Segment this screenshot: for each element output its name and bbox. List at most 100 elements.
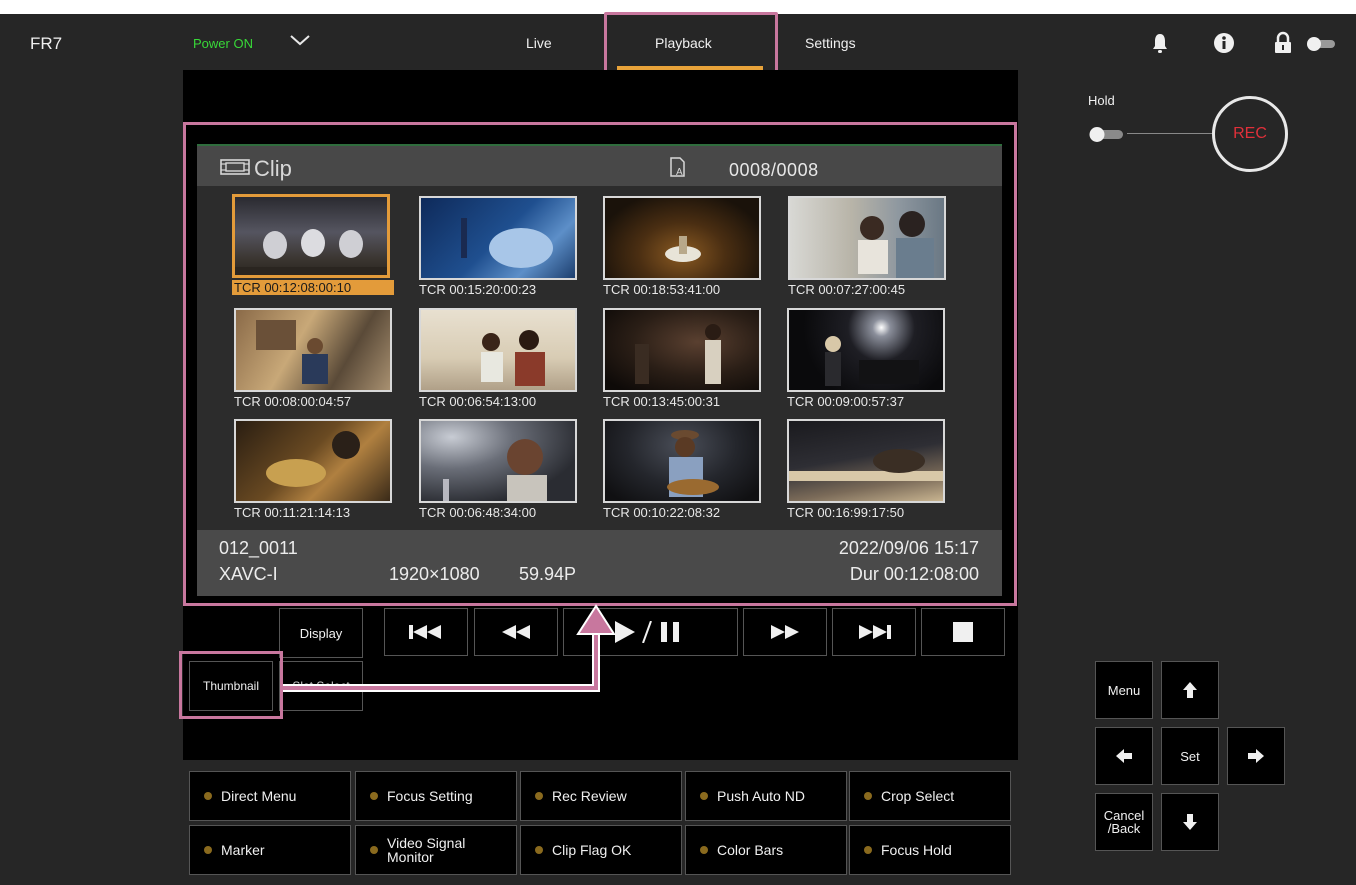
menu-button[interactable]: Menu: [1095, 661, 1153, 719]
assign-video-signal-monitor[interactable]: Video Signal Monitor: [355, 825, 517, 875]
thumbnail-image: [234, 308, 392, 392]
thumbnail-image: [603, 419, 761, 503]
assign-focus-hold[interactable]: Focus Hold: [849, 825, 1011, 875]
thumbnail-image: [232, 194, 390, 278]
assign-label-line-2: Monitor: [387, 849, 434, 865]
assign-label: Direct Menu: [221, 788, 297, 804]
hold-label: Hold: [1088, 93, 1115, 108]
thumbnail-image: [419, 196, 577, 280]
app-title: FR7: [30, 34, 63, 53]
monitor-header: Clip A 0008/0008: [197, 146, 1002, 186]
thumbnail-timecode: TCR 00:16:99:17:50: [787, 505, 905, 520]
thumbnail-item[interactable]: TCR 00:06:48:34:00: [419, 419, 579, 520]
thumbnail-timecode: TCR 00:06:48:34:00: [419, 505, 537, 520]
power-status[interactable]: Power ON: [193, 36, 253, 51]
thumbnail-image: [603, 308, 761, 392]
hold-toggle[interactable]: [1087, 124, 1127, 144]
assign-rec-review[interactable]: Rec Review: [520, 771, 682, 821]
assign-indicator: [370, 846, 378, 854]
up-button[interactable]: [1161, 661, 1219, 719]
clip-count: 0008/0008: [729, 160, 819, 180]
thumbnail-monitor: Clip A 0008/0008 TCR 00:12:08:00:10 TCR …: [197, 144, 1002, 596]
thumbnail-timecode: TCR 00:18:53:41:00: [603, 282, 721, 297]
assign-indicator: [864, 792, 872, 800]
arrow-down-icon: [1183, 814, 1197, 830]
assign-indicator: [700, 846, 708, 854]
assign-label: Video Signal Monitor: [387, 836, 465, 864]
clip-codec: XAVC-I: [219, 564, 278, 584]
skip-next-button[interactable]: [832, 608, 916, 656]
thumbnail-timecode: TCR 00:12:08:00:10: [232, 280, 394, 295]
assign-push-auto-nd[interactable]: Push Auto ND: [685, 771, 847, 821]
arrow-right-icon: [1248, 749, 1264, 763]
down-button[interactable]: [1161, 793, 1219, 851]
stop-icon: [953, 622, 973, 642]
thumbnail-item[interactable]: TCR 00:12:08:00:10: [232, 194, 394, 295]
assign-focus-setting[interactable]: Focus Setting: [355, 771, 517, 821]
thumbnail-button-highlight: [179, 651, 283, 719]
assign-color-bars[interactable]: Color Bars: [685, 825, 847, 875]
thumbnail-item[interactable]: TCR 00:07:27:00:45: [788, 196, 948, 297]
fast-forward-icon: [771, 625, 799, 639]
thumbnail-item[interactable]: TCR 00:15:20:00:23: [419, 196, 579, 297]
clip-duration: Dur 00:12:08:00: [849, 564, 979, 584]
assign-label: Focus Hold: [881, 842, 952, 858]
assign-marker[interactable]: Marker: [189, 825, 351, 875]
thumbnail-image: [419, 419, 577, 503]
fast-forward-button[interactable]: [743, 608, 827, 656]
thumbnail-image: [788, 196, 946, 280]
assign-crop-select[interactable]: Crop Select: [849, 771, 1011, 821]
media-card-icon: A: [670, 157, 685, 178]
arrow-left-icon: [1116, 749, 1132, 763]
thumbnail-item[interactable]: TCR 00:18:53:41:00: [603, 196, 763, 297]
chevron-down-icon[interactable]: [288, 30, 312, 50]
thumbnail-timecode: TCR 00:08:00:04:57: [234, 394, 352, 409]
arrow-up-icon: [1183, 682, 1197, 698]
stop-button[interactable]: [921, 608, 1005, 656]
lock-icon[interactable]: [1273, 31, 1293, 55]
assign-indicator: [864, 846, 872, 854]
toggle-icon[interactable]: [1303, 31, 1339, 55]
clip-datetime: 2022/09/06 15:17: [838, 538, 979, 558]
skip-next-icon: [859, 625, 891, 639]
thumbnail-item[interactable]: TCR 00:10:22:08:32: [603, 419, 763, 520]
assign-indicator: [535, 846, 543, 854]
thumbnail-timecode: TCR 00:15:20:00:23: [419, 282, 537, 297]
thumbnail-image: [787, 419, 945, 503]
thumbnail-item[interactable]: TCR 00:11:21:14:13: [234, 419, 394, 520]
thumbnail-item[interactable]: TCR 00:06:54:13:00: [419, 308, 579, 409]
left-button[interactable]: [1095, 727, 1153, 785]
thumbnail-timecode: TCR 00:13:45:00:31: [603, 394, 721, 409]
cancel-back-button[interactable]: Cancel /Back: [1095, 793, 1153, 851]
thumbnail-item[interactable]: TCR 00:16:99:17:50: [787, 419, 947, 520]
clip-name: 012_0011: [219, 538, 298, 558]
thumbnail-timecode: TCR 00:07:27:00:45: [788, 282, 906, 297]
play-pause-icon: [614, 621, 679, 643]
clip-resolution: 1920×1080: [389, 564, 480, 584]
thumbnail-timecode: TCR 00:09:00:57:37: [787, 394, 905, 409]
tab-live[interactable]: Live: [526, 35, 552, 51]
assign-indicator: [535, 792, 543, 800]
assign-label-line-1: Video Signal: [387, 835, 466, 851]
assign-indicator: [204, 792, 212, 800]
tab-settings[interactable]: Settings: [805, 35, 856, 51]
assign-label: Color Bars: [717, 842, 784, 858]
assign-label: Focus Setting: [387, 788, 473, 804]
thumbnail-timecode: TCR 00:10:22:08:32: [603, 505, 721, 520]
thumbnail-image: [419, 308, 577, 392]
bell-icon[interactable]: [1150, 31, 1170, 55]
clip-framerate: 59.94P: [519, 564, 577, 584]
assign-indicator: [204, 846, 212, 854]
right-button[interactable]: [1227, 727, 1285, 785]
thumbnail-item[interactable]: TCR 00:09:00:57:37: [787, 308, 947, 409]
rec-button[interactable]: REC: [1212, 96, 1288, 172]
thumbnail-image: [234, 419, 392, 503]
thumbnail-item[interactable]: TCR 00:08:00:04:57: [234, 308, 394, 409]
assign-direct-menu[interactable]: Direct Menu: [189, 771, 351, 821]
info-icon[interactable]: [1212, 31, 1236, 55]
set-button[interactable]: Set: [1161, 727, 1219, 785]
thumbnail-timecode: TCR 00:06:54:13:00: [419, 394, 537, 409]
thumbnail-item[interactable]: TCR 00:13:45:00:31: [603, 308, 763, 409]
thumbnail-image: [603, 196, 761, 280]
assign-clip-flag-ok[interactable]: Clip Flag OK: [520, 825, 682, 875]
